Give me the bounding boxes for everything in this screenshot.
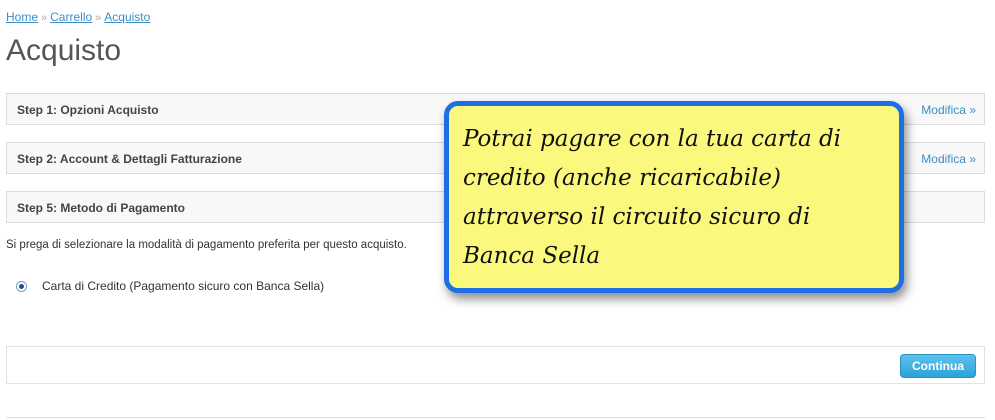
- page-title: Acquisto: [6, 34, 122, 67]
- breadcrumb-home-link[interactable]: Home: [6, 10, 38, 24]
- callout-text: Potrai pagare con la tua carta di credit…: [463, 126, 842, 269]
- breadcrumb-checkout-link[interactable]: Acquisto: [104, 10, 150, 24]
- edit-step-account-link[interactable]: Modifica »: [921, 152, 976, 166]
- continue-button[interactable]: Continua: [900, 354, 976, 378]
- step-title: Step 5: Metodo di Pagamento: [17, 201, 186, 215]
- payment-option-label: Carta di Credito (Pagamento sicuro con B…: [42, 279, 325, 293]
- breadcrumb-separator: »: [41, 12, 48, 24]
- step-title: Step 2: Account & Dettagli Fatturazione: [17, 152, 242, 166]
- payment-method-prompt: Si prega di selezionare la modalità di p…: [6, 239, 407, 251]
- divider: [6, 417, 985, 418]
- breadcrumb: Home» Carrello» Acquisto: [6, 10, 150, 24]
- edit-step-options-link[interactable]: Modifica »: [921, 103, 976, 117]
- breadcrumb-separator: »: [95, 12, 102, 24]
- payment-option-credit-card[interactable]: Carta di Credito (Pagamento sicuro con B…: [16, 279, 324, 293]
- radio-selected-icon[interactable]: [16, 280, 27, 292]
- breadcrumb-cart-link[interactable]: Carrello: [50, 10, 92, 24]
- checkout-footer: Continua: [6, 346, 985, 384]
- step-title: Step 1: Opzioni Acquisto: [17, 103, 159, 117]
- info-callout: Potrai pagare con la tua carta di credit…: [444, 101, 904, 293]
